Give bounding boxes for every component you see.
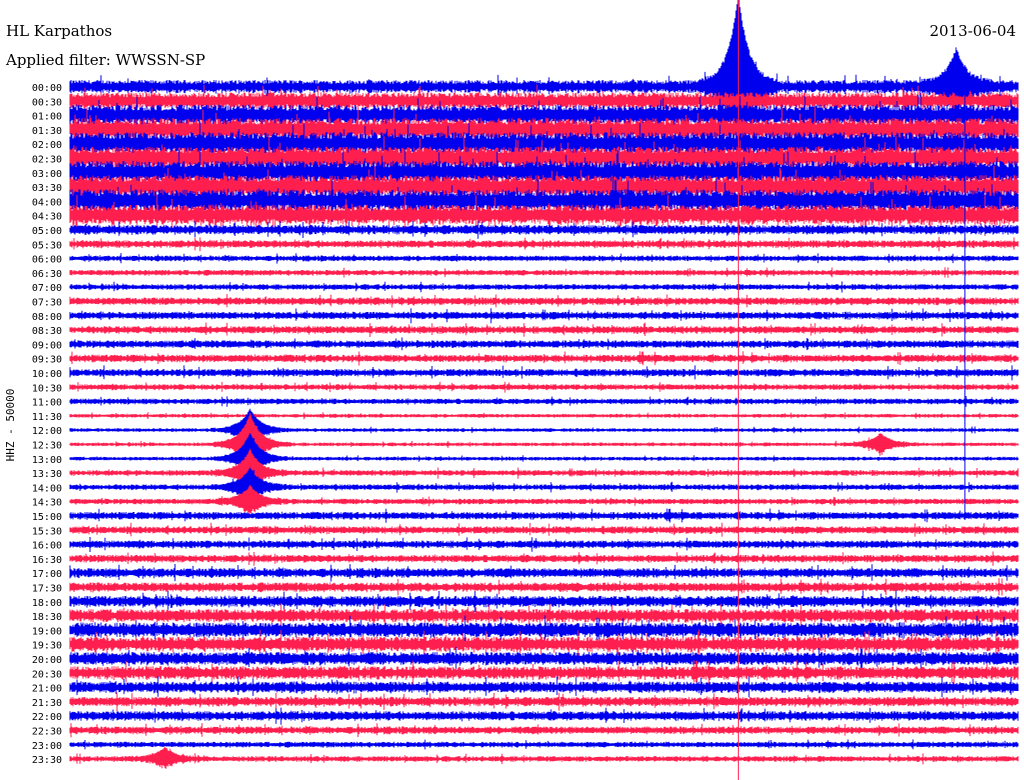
row-time-label: 11:00 — [32, 398, 62, 409]
row-time-label: 13:00 — [32, 455, 62, 466]
row-time-label: 17:00 — [32, 569, 62, 580]
trace-row-1700 — [69, 564, 1019, 582]
channel-label: HHZ - 50000 — [4, 389, 17, 462]
row-time-label: 13:30 — [32, 469, 62, 480]
trace-row-1800 — [69, 590, 1019, 613]
trace-row-1230 — [69, 413, 1019, 469]
trace-row-1500 — [69, 508, 1019, 523]
row-time-label: 21:00 — [32, 684, 62, 695]
row-time-label: 00:30 — [32, 97, 62, 108]
row-time-label: 17:30 — [32, 584, 62, 595]
row-time-label: 19:00 — [32, 626, 62, 637]
trace-row-2030 — [69, 660, 1019, 686]
trace-row-1000 — [69, 365, 1019, 381]
trace-row-0800 — [69, 308, 1019, 324]
row-time-label: 08:00 — [32, 312, 62, 323]
trace-row-2200 — [69, 707, 1019, 725]
row-time-label: 11:30 — [32, 412, 62, 423]
row-time-label: 20:30 — [32, 669, 62, 680]
row-time-label: 03:30 — [32, 183, 62, 194]
row-time-label: 22:00 — [32, 712, 62, 723]
trace-row-2230 — [69, 723, 1019, 738]
row-time-label: 14:30 — [32, 498, 62, 509]
trace-row-0630 — [69, 267, 1019, 278]
row-time-label: 15:30 — [32, 526, 62, 537]
trace-row-0530 — [69, 236, 1019, 252]
row-time-label: 16:00 — [32, 541, 62, 552]
trace-row-2130 — [69, 692, 1019, 712]
row-time-label: 19:30 — [32, 641, 62, 652]
trace-row-0730 — [69, 294, 1019, 308]
trace-row-1130 — [69, 412, 1019, 420]
row-time-label: 20:00 — [32, 655, 62, 666]
row-time-label: 21:30 — [32, 698, 62, 709]
trace-row-0900 — [69, 337, 1019, 351]
row-time-label: 12:00 — [32, 426, 62, 437]
row-time-label: 04:00 — [32, 197, 62, 208]
trace-row-0830 — [69, 322, 1019, 337]
row-time-label: 05:00 — [32, 226, 62, 237]
row-time-label: 08:30 — [32, 326, 62, 337]
row-time-label: 15:00 — [32, 512, 62, 523]
seismogram-plot: 00:00 00:30 01:00 01:30 02:00 02:30 03:00 03:30… — [4, 0, 1019, 780]
trace-row-1730 — [69, 578, 1019, 596]
row-time-label: 02:00 — [32, 140, 62, 151]
trace-row-0500 — [69, 220, 1019, 239]
row-time-label: 23:30 — [32, 755, 62, 766]
trace-row-0600 — [69, 253, 1019, 264]
row-time-label: 14:00 — [32, 483, 62, 494]
row-time-label: 04:30 — [32, 212, 62, 223]
row-time-label: 06:00 — [32, 255, 62, 266]
row-time-label: 09:00 — [32, 340, 62, 351]
row-time-label: 03:00 — [32, 169, 62, 180]
row-time-label: 23:00 — [32, 741, 62, 752]
trace-row-2300 — [69, 739, 1019, 750]
trace-row-2330 — [69, 746, 1019, 769]
trace-row-0930 — [69, 351, 1019, 366]
row-time-label: 07:30 — [32, 298, 62, 309]
row-time-label: 01:30 — [32, 126, 62, 137]
trace-row-1030 — [69, 381, 1019, 393]
row-time-label: 02:30 — [32, 155, 62, 166]
row-time-label: 16:30 — [32, 555, 62, 566]
trace-row-1100 — [69, 396, 1019, 407]
row-time-label: 09:30 — [32, 355, 62, 366]
row-time-label: 18:30 — [32, 612, 62, 623]
row-time-label: 22:30 — [32, 727, 62, 738]
row-time-label: 07:00 — [32, 283, 62, 294]
row-time-label: 05:30 — [32, 240, 62, 251]
row-time-label: 12:30 — [32, 441, 62, 452]
row-time-label: 10:00 — [32, 369, 62, 380]
trace-row-1530 — [69, 522, 1019, 537]
row-time-label: 18:00 — [32, 598, 62, 609]
row-time-label: 06:30 — [32, 269, 62, 280]
row-time-label: 00:00 — [32, 83, 62, 94]
trace-row-1630 — [69, 551, 1019, 566]
trace-row-0700 — [69, 281, 1019, 293]
trace-row-1600 — [69, 537, 1019, 552]
row-time-label: 10:30 — [32, 383, 62, 394]
row-time-label: 01:00 — [32, 112, 62, 123]
